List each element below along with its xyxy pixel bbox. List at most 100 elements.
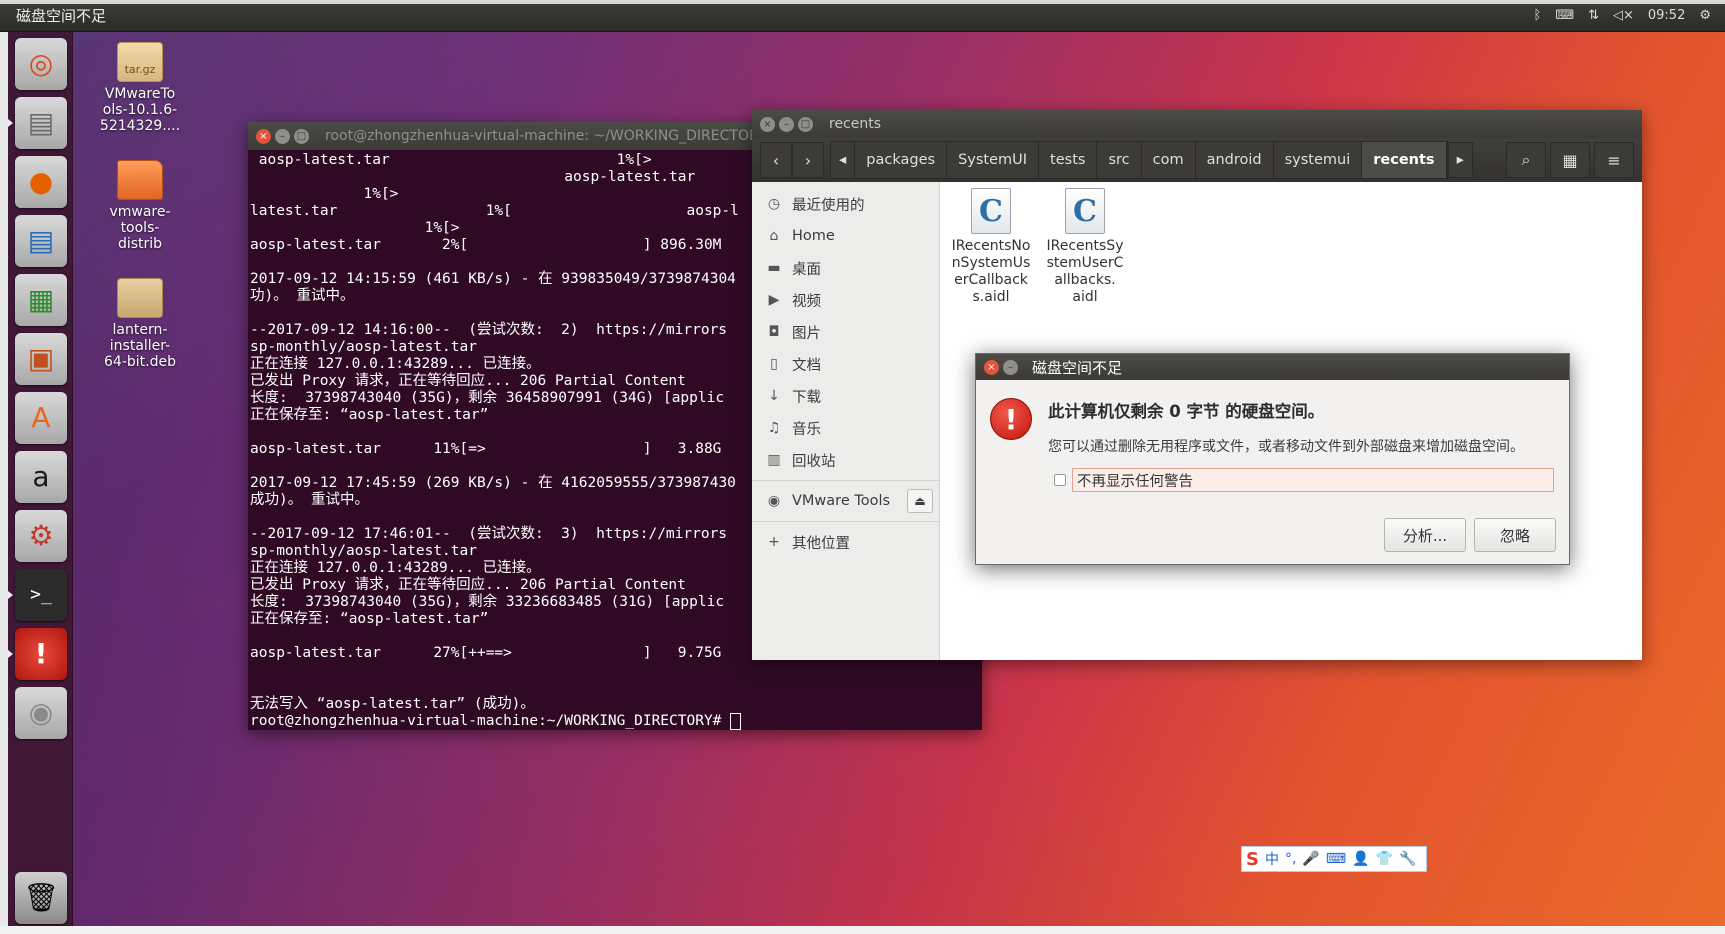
dont-show-checkbox[interactable]	[1054, 474, 1066, 486]
bluetooth-icon[interactable]: ᛒ	[1534, 8, 1542, 23]
system-tray: ᛒ ⌨ ⇅ ◁× 09:52 ⚙	[1534, 8, 1712, 23]
sidebar-item-plus[interactable]: + 其他位置	[752, 526, 939, 558]
forward-button[interactable]: ›	[792, 142, 824, 178]
minimize-icon[interactable]: –	[779, 116, 794, 132]
ignore-button[interactable]: 忽略	[1474, 518, 1556, 552]
sogou-logo-icon[interactable]: S	[1246, 849, 1259, 870]
sidebar-item-label: Home	[792, 228, 835, 244]
file-item[interactable]: C IRecentsSy stemUserC allbacks. aidl	[1042, 188, 1128, 306]
sidebar-item-clock[interactable]: ◷ 最近使用的	[752, 188, 939, 220]
view-toggle-button[interactable]: ▦	[1550, 142, 1590, 178]
user-icon[interactable]: 👤	[1352, 851, 1369, 867]
file-item[interactable]: C IRecentsNo nSystemUs erCallback s.aidl	[948, 188, 1034, 306]
breadcrumb-systemui[interactable]: SystemUI	[947, 142, 1040, 178]
launcher-libreoffice-writer-button[interactable]: ▤	[15, 215, 67, 267]
eject-button[interactable]: ⏏	[907, 489, 933, 513]
launcher-files-button[interactable]: ▤	[8, 97, 67, 149]
sidebar-item-camera[interactable]: ◘ 图片	[752, 316, 939, 348]
back-button[interactable]: ‹	[760, 142, 792, 178]
launcher-ubuntu-dash-button[interactable]: ◎	[15, 38, 67, 90]
network-icon[interactable]: ⇅	[1588, 8, 1599, 23]
chinese-mode-icon[interactable]: 中	[1265, 849, 1279, 869]
volume-mute-icon[interactable]: ◁×	[1613, 8, 1634, 23]
trash-icon: 🗑	[23, 881, 59, 914]
desktop-icon-archive[interactable]: tar.gz VMwareTo ols-10.1.6- 5214329....	[90, 42, 190, 134]
microphone-icon[interactable]: 🎤	[1302, 851, 1319, 867]
search-button[interactable]: ⌕	[1506, 142, 1546, 178]
disc-icon: ◉	[767, 493, 781, 509]
minimize-icon[interactable]: –	[1003, 359, 1018, 375]
files-title: recents	[829, 116, 882, 132]
launcher-libreoffice-impress-button[interactable]: ▣	[15, 333, 67, 385]
disk-space-dialog[interactable]: × – 磁盘空间不足 ! 此计算机仅剩余 0 字节 的硬盘空间。 您可以通过删除…	[975, 353, 1570, 565]
launcher-system-settings-button[interactable]: ⚙	[15, 510, 67, 562]
sidebar-item-desktop-folder[interactable]: ▬ 桌面	[752, 252, 939, 284]
maximize-icon[interactable]: □	[294, 128, 309, 144]
firefox-icon: ●	[28, 165, 54, 198]
ime-toolbar[interactable]: S 中 °, 🎤 ⌨ 👤 👕 🔧	[1241, 846, 1427, 872]
breadcrumb-tests[interactable]: tests	[1039, 142, 1098, 178]
sidebar-item-home[interactable]: ⌂ Home	[752, 220, 939, 252]
launcher-terminal-button[interactable]: >_	[8, 569, 67, 621]
sidebar-item-video[interactable]: ▶ 视频	[752, 284, 939, 316]
close-icon[interactable]: ×	[984, 359, 999, 375]
amazon-icon: a	[32, 460, 50, 493]
sidebar-item-document[interactable]: ▯ 文档	[752, 348, 939, 380]
sidebar-item-label: 回收站	[792, 453, 836, 470]
launcher-error-button[interactable]: !	[8, 628, 67, 680]
maximize-icon[interactable]: □	[798, 116, 813, 132]
desktop-icon-pkg[interactable]: lantern- installer- 64-bit.deb	[90, 278, 190, 370]
files-toolbar: ‹ › ◂ packages SystemUI tests src com android…	[752, 138, 1642, 182]
launcher-trash-button[interactable]: 🗑	[15, 872, 67, 924]
gear-icon[interactable]: ⚙	[1699, 8, 1711, 23]
breadcrumb-recents[interactable]: recents	[1362, 142, 1447, 178]
sidebar-item-download[interactable]: ↓ 下载	[752, 380, 939, 412]
launcher-dvd-button[interactable]: ◉	[15, 687, 67, 739]
soft-keyboard-icon[interactable]: ⌨	[1326, 851, 1346, 867]
close-icon[interactable]: ×	[256, 128, 271, 144]
sidebar-item-label: VMware Tools	[792, 493, 891, 509]
punctuation-icon[interactable]: °,	[1285, 851, 1296, 867]
close-icon[interactable]: ×	[760, 116, 775, 132]
sidebar-item-music[interactable]: ♫ 音乐	[752, 412, 939, 444]
terminal-cursor	[730, 713, 742, 730]
launcher-amazon-button[interactable]: a	[15, 451, 67, 503]
dvd-icon: ◉	[28, 696, 54, 729]
sidebar-item-trash[interactable]: ▥ 回收站	[752, 444, 939, 476]
desktop-icon-folder[interactable]: vmware- tools- distrib	[90, 160, 190, 252]
breadcrumb-android[interactable]: android	[1195, 142, 1274, 178]
dont-show-label[interactable]: 不再显示任何警告	[1072, 468, 1554, 492]
dont-show-checkbox-row[interactable]: 不再显示任何警告	[1054, 468, 1554, 492]
breadcrumb-systemui[interactable]: systemui	[1273, 142, 1363, 178]
minimize-icon[interactable]: –	[275, 128, 290, 144]
files-titlebar[interactable]: × – □ recents	[752, 110, 1642, 138]
analyze-button[interactable]: 分析...	[1384, 518, 1466, 552]
sidebar-item-disc[interactable]: ◉ VMware Tools ⏏	[752, 485, 939, 517]
launcher-software-center-button[interactable]: A	[15, 392, 67, 444]
home-icon: ⌂	[769, 228, 779, 244]
libreoffice-writer-icon: ▤	[27, 224, 55, 257]
files-icon: ▤	[27, 106, 55, 139]
breadcrumb-src[interactable]: src	[1097, 142, 1142, 178]
grid-icon: ▦	[1562, 150, 1578, 170]
file-name: IRecentsSy stemUserC allbacks. aidl	[1046, 238, 1124, 305]
skin-icon[interactable]: 👕	[1376, 851, 1393, 867]
error-icon: !	[34, 637, 48, 670]
launcher-libreoffice-calc-button[interactable]: ▦	[15, 274, 67, 326]
breadcrumb-packages[interactable]: packages	[855, 142, 948, 178]
menu-button[interactable]: ≡	[1594, 142, 1634, 178]
clock-label[interactable]: 09:52	[1648, 8, 1685, 23]
breadcrumb-com[interactable]: com	[1141, 142, 1196, 178]
breadcrumb: ◂ packages SystemUI tests src com android syst…	[830, 141, 1448, 179]
window-left-border	[0, 0, 8, 934]
breadcrumb-scroll-left[interactable]: ◂	[831, 142, 856, 178]
tools-icon[interactable]: 🔧	[1399, 851, 1416, 867]
keyboard-icon[interactable]: ⌨	[1555, 8, 1574, 23]
breadcrumb-scroll-right[interactable]: ▸	[1447, 142, 1473, 178]
camera-icon: ◘	[768, 324, 780, 340]
dialog-titlebar[interactable]: × – 磁盘空间不足	[976, 354, 1569, 380]
launcher-firefox-button[interactable]: ●	[15, 156, 67, 208]
desktop-icon-label: lantern- installer- 64-bit.deb	[104, 322, 176, 370]
running-indicator	[8, 591, 13, 599]
file-name: IRecentsNo nSystemUs erCallback s.aidl	[951, 238, 1031, 305]
